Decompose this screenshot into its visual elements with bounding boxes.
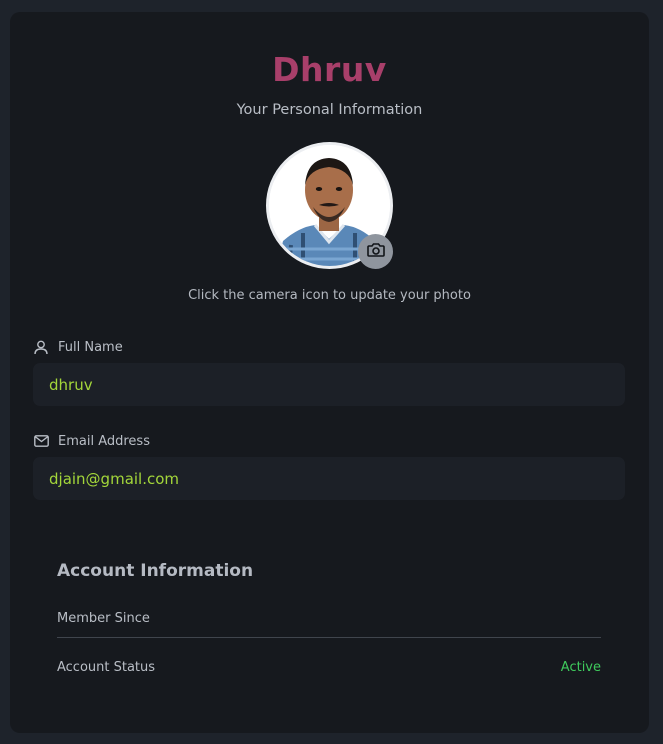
email-field[interactable] — [33, 457, 625, 500]
member-since-label: Member Since — [57, 611, 150, 626]
email-label: Email Address — [34, 433, 150, 449]
account-info-title: Account Information — [57, 561, 254, 581]
user-icon — [34, 339, 50, 355]
divider — [57, 637, 601, 638]
email-label-text: Email Address — [58, 433, 150, 449]
account-status-label: Account Status — [57, 660, 156, 675]
camera-icon — [366, 242, 385, 262]
photo-hint: Click the camera icon to update your pho… — [188, 288, 471, 303]
profile-card: Dhruv Your Personal Information Click th… — [10, 12, 649, 733]
change-photo-button[interactable] — [358, 234, 393, 269]
mail-icon — [34, 433, 50, 449]
status-badge: Active — [560, 660, 601, 675]
profile-subtitle: Your Personal Information — [236, 102, 423, 118]
account-status-row: Account Status Active — [57, 660, 601, 675]
member-since-row: Member Since — [57, 611, 601, 626]
full-name-label: Full Name — [34, 339, 123, 355]
full-name-field[interactable] — [33, 363, 625, 406]
full-name-label-text: Full Name — [58, 339, 123, 355]
profile-name-heading: Dhruv — [272, 50, 387, 89]
